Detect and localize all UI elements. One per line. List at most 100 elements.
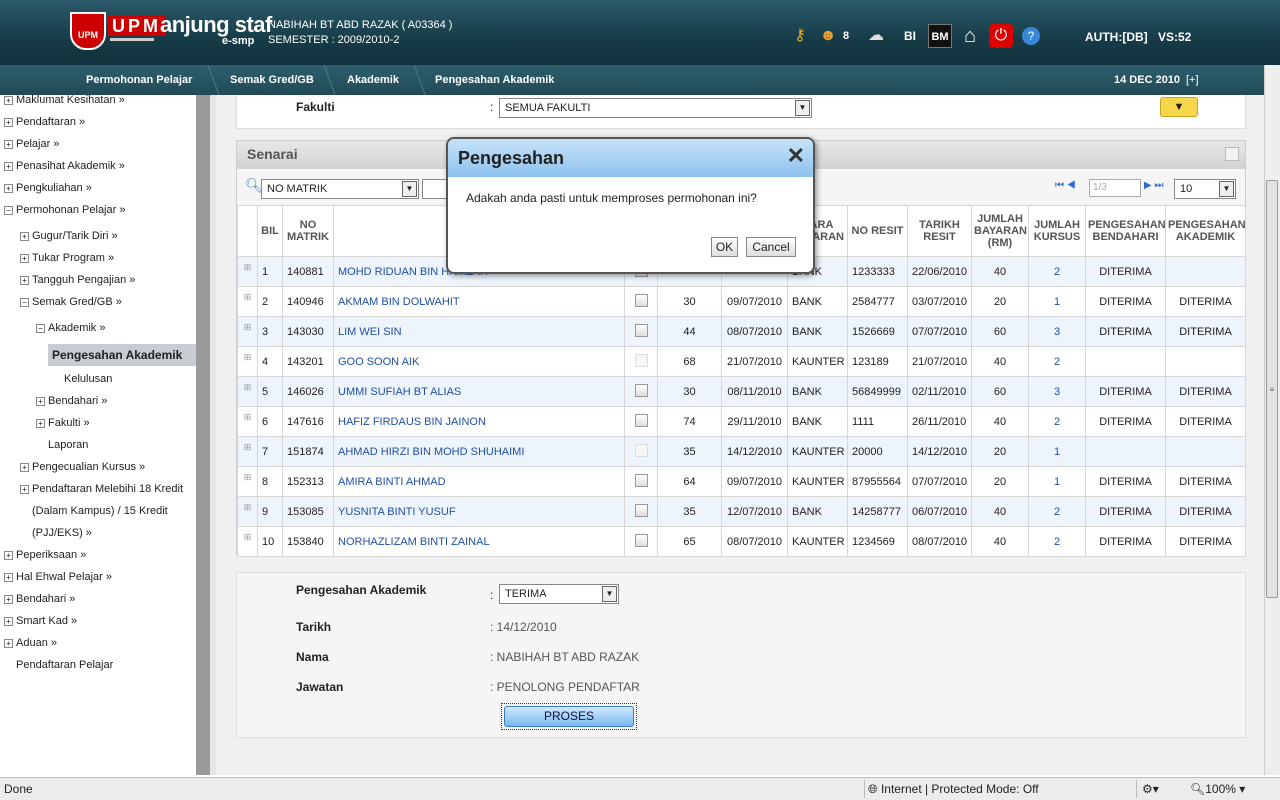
row-checkbox[interactable]: [634, 503, 648, 517]
close-icon[interactable]: ✕: [787, 143, 805, 169]
users-icon[interactable]: ☻: [816, 24, 840, 48]
pager-next-last[interactable]: ▶ ⏭: [1144, 180, 1163, 191]
sidebar-item-penasihat-akademik[interactable]: + Penasihat Akademik »: [4, 155, 125, 177]
expand-box-icon[interactable]: +: [20, 484, 29, 494]
row-checkbox[interactable]: [634, 293, 648, 307]
sidebar-item-smart-kad[interactable]: + Smart Kad »: [4, 610, 77, 632]
collapse-filter-button[interactable]: ▼: [1160, 97, 1198, 117]
expand-box-icon[interactable]: +: [20, 462, 29, 472]
row-nama[interactable]: YUSNITA BINTI YUSUF: [333, 496, 625, 527]
row-checkbox-cell[interactable]: [624, 346, 658, 377]
sidebar-item-bendahari-sub[interactable]: + Bendahari »: [36, 390, 107, 412]
expand-box-icon[interactable]: +: [4, 550, 13, 560]
sidebar-item-akademik[interactable]: − Akademik »: [36, 317, 105, 339]
table-row[interactable]: ⊞ 4 143201 GOO SOON AIK 68 21/07/2010 KAUNTER 1…: [237, 346, 1246, 377]
expand-row-icon[interactable]: ⊞: [237, 526, 258, 557]
sidebar-item-pelajar[interactable]: + Pelajar »: [4, 133, 59, 155]
sidebar-item-pendaftaran-pelajar[interactable]: Pendaftaran Pelajar: [16, 654, 113, 676]
expand-box-icon[interactable]: +: [36, 396, 45, 406]
row-nama[interactable]: NORHAZLIZAM BINTI ZAINAL: [333, 526, 625, 557]
expand-row-icon[interactable]: ⊞: [237, 466, 258, 497]
sidebar-item-pendaftaran-melebihi-line2[interactable]: (Dalam Kampus) / 15 Kredit: [32, 500, 168, 522]
sidebar-item-pengesahan-akademik[interactable]: Pengesahan Akademik: [48, 344, 196, 366]
row-checkbox[interactable]: [634, 413, 648, 427]
row-nama[interactable]: AHMAD HIRZI BIN MOHD SHUHAIMI: [333, 436, 625, 467]
help-icon[interactable]: ?: [1022, 27, 1040, 45]
expand-box-icon[interactable]: +: [36, 418, 45, 428]
sidebar-item-laporan[interactable]: Laporan: [48, 434, 88, 456]
sidebar-item-pendaftaran[interactable]: + Pendaftaran »: [4, 111, 85, 133]
page-input[interactable]: 1/3: [1089, 179, 1141, 197]
row-checkbox-cell[interactable]: [624, 376, 658, 407]
sidebar-item-gugur-tarik-diri[interactable]: + Gugur/Tarik Diri »: [20, 225, 118, 247]
key-icon[interactable]: ⚷: [788, 24, 812, 48]
table-row[interactable]: ⊞ 7 151874 AHMAD HIRZI BIN MOHD SHUHAIMI 35 1…: [237, 436, 1246, 467]
sidebar-item-pendaftaran-melebihi-line3[interactable]: (PJJ/EKS) »: [32, 522, 92, 544]
table-row[interactable]: ⊞ 10 153840 NORHAZLIZAM BINTI ZAINAL 65 08/07…: [237, 526, 1246, 557]
table-row[interactable]: ⊞ 8 152313 AMIRA BINTI AHMAD 64 09/07/2010 KAU…: [237, 466, 1246, 497]
row-checkbox-cell[interactable]: [624, 526, 658, 557]
expand-row-icon[interactable]: ⊞: [237, 496, 258, 527]
table-row[interactable]: ⊞ 2 140946 AKMAM BIN DOLWAHIT 30 09/07/2010 BA…: [237, 286, 1246, 317]
page-size-select[interactable]: 10 ▼: [1174, 179, 1236, 199]
row-nama[interactable]: AKMAM BIN DOLWAHIT: [333, 286, 625, 317]
expand-box-icon[interactable]: +: [4, 183, 13, 193]
sidebar-item-pengkuliahan[interactable]: + Pengkuliahan »: [4, 177, 92, 199]
chevron-down-icon[interactable]: ▼: [602, 586, 617, 602]
breadcrumb-item-semak-gred[interactable]: Semak Gred/GB: [230, 65, 314, 95]
sidebar-item-permohonan-pelajar[interactable]: − Permohonan Pelajar »: [4, 199, 125, 221]
expand-box-icon[interactable]: +: [4, 139, 13, 149]
row-checkbox-cell[interactable]: [624, 286, 658, 317]
collapse-box-icon[interactable]: −: [36, 323, 45, 333]
chat-icon[interactable]: ☁: [864, 24, 888, 48]
expand-row-icon[interactable]: ⊞: [237, 376, 258, 407]
collapse-box-icon[interactable]: −: [4, 205, 13, 215]
expand-box-icon[interactable]: +: [20, 253, 29, 263]
table-row[interactable]: ⊞ 5 146026 UMMI SUFIAH BT ALIAS 30 08/11/2010…: [237, 376, 1246, 407]
table-row[interactable]: ⊞ 6 147616 HAFIZ FIRDAUS BIN JAINON 74 29/11/…: [237, 406, 1246, 437]
zoom-control[interactable]: 🔍︎100% ▾: [1190, 782, 1245, 796]
table-row[interactable]: ⊞ 9 153085 YUSNITA BINTI YUSUF 35 12/07/2010 B…: [237, 496, 1246, 527]
panel-toggle-button[interactable]: [1225, 147, 1239, 161]
home-icon[interactable]: ⌂: [958, 24, 982, 48]
row-checkbox-cell[interactable]: [624, 496, 658, 527]
expand-row-icon[interactable]: ⊞: [237, 286, 258, 317]
breadcrumb-item-pengesahan-akademik[interactable]: Pengesahan Akademik: [435, 65, 554, 95]
expand-row-icon[interactable]: ⊞: [237, 256, 258, 287]
row-checkbox[interactable]: [634, 323, 648, 337]
power-icon[interactable]: ⏻: [989, 24, 1013, 48]
chevron-down-icon[interactable]: ▼: [1219, 181, 1234, 197]
breadcrumb-item-permohonan-pelajar[interactable]: Permohonan Pelajar: [86, 65, 192, 95]
protected-mode-icon[interactable]: ⚙▾: [1142, 782, 1159, 796]
expand-box-icon[interactable]: +: [4, 95, 13, 105]
row-nama[interactable]: HAFIZ FIRDAUS BIN JAINON: [333, 406, 625, 437]
cancel-button[interactable]: Cancel: [746, 237, 796, 257]
language-bm-button[interactable]: BM: [928, 24, 952, 48]
sidebar-item-aduan[interactable]: + Aduan »: [4, 632, 57, 654]
expand-box-icon[interactable]: +: [4, 594, 13, 604]
collapse-box-icon[interactable]: −: [20, 297, 29, 307]
row-checkbox-cell[interactable]: [624, 436, 658, 467]
expand-box-icon[interactable]: +: [20, 231, 29, 241]
fakulti-select[interactable]: SEMUA FAKULTI ▼: [499, 98, 812, 118]
row-nama[interactable]: AMIRA BINTI AHMAD: [333, 466, 625, 497]
sidebar-item-kelulusan[interactable]: Kelulusan: [64, 368, 112, 390]
row-checkbox-cell[interactable]: [624, 466, 658, 497]
chevron-down-icon[interactable]: ▼: [402, 181, 417, 197]
row-checkbox-cell[interactable]: [624, 316, 658, 347]
row-checkbox[interactable]: [634, 383, 648, 397]
chevron-down-icon[interactable]: ▼: [795, 100, 810, 116]
row-nama[interactable]: LIM WEI SIN: [333, 316, 625, 347]
row-nama[interactable]: UMMI SUFIAH BT ALIAS: [333, 376, 625, 407]
sidebar-item-maklumat-kesihatan[interactable]: + Maklumat Kesihatan »: [4, 95, 125, 111]
sidebar-splitter[interactable]: [196, 95, 210, 775]
search-input[interactable]: [422, 179, 448, 199]
expand-row-icon[interactable]: ⊞: [237, 346, 258, 377]
sidebar-item-bendahari[interactable]: + Bendahari »: [4, 588, 75, 610]
expand-box-icon[interactable]: +: [4, 161, 13, 171]
row-checkbox-cell[interactable]: [624, 406, 658, 437]
sidebar-item-hal-ehwal-pelajar[interactable]: + Hal Ehwal Pelajar »: [4, 566, 112, 588]
ok-button[interactable]: OK: [711, 237, 738, 257]
pengesahan-select[interactable]: TERIMA ▼: [499, 584, 619, 604]
table-row[interactable]: ⊞ 3 143030 LIM WEI SIN 44 08/07/2010 BANK 15266…: [237, 316, 1246, 347]
